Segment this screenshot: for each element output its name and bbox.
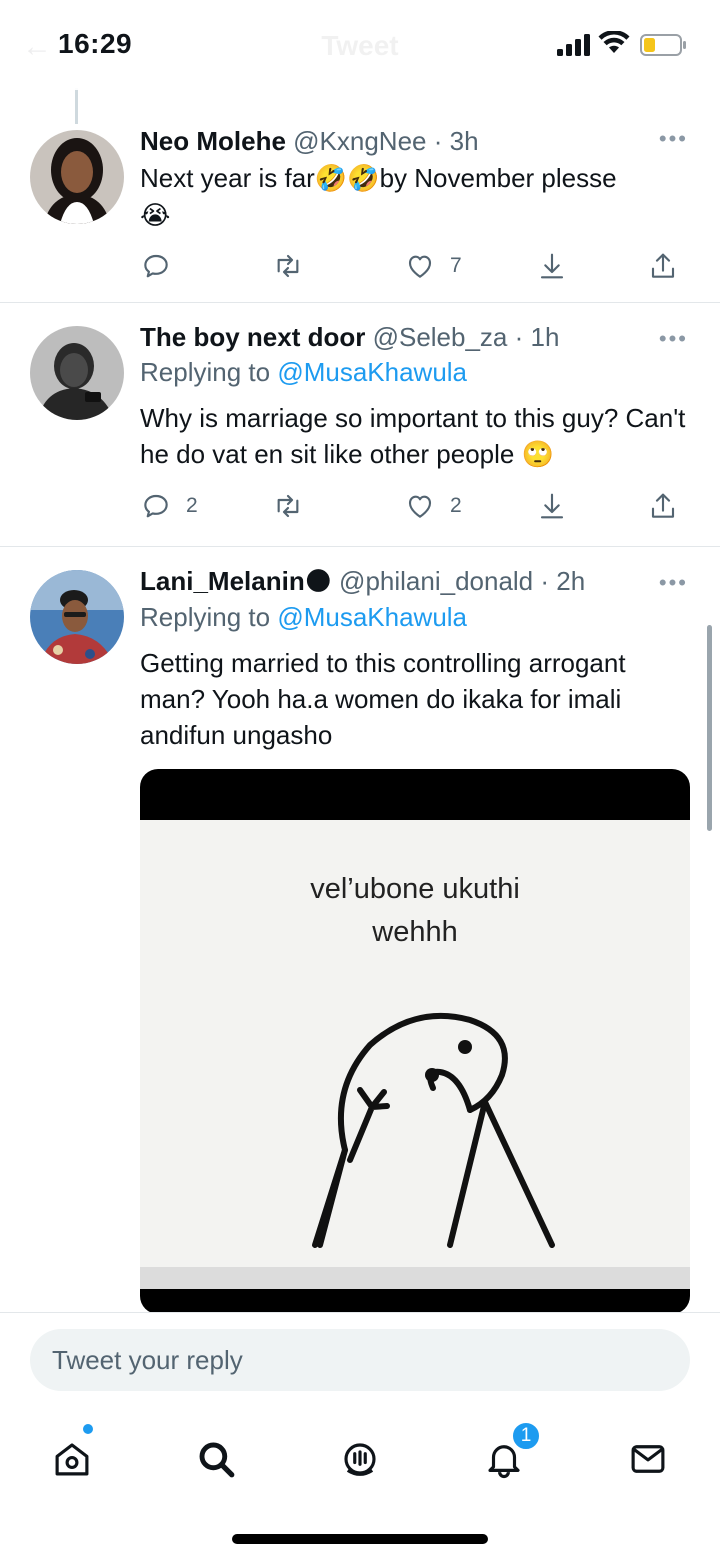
meme-bottom-strip <box>140 1267 690 1289</box>
heart-icon <box>408 495 432 518</box>
search-icon <box>199 1442 235 1478</box>
messages-icon <box>631 1445 665 1473</box>
scrollbar[interactable] <box>707 625 712 831</box>
home-icon <box>55 1443 89 1476</box>
share-button[interactable] <box>647 486 679 526</box>
status-time: 16:29 <box>58 28 133 59</box>
wifi-icon <box>598 31 630 53</box>
avatar[interactable] <box>30 326 124 420</box>
reply-button[interactable] <box>140 246 186 286</box>
emoji-new-moon-icon: 🌑 <box>304 567 332 597</box>
tweet-actions: 7 <box>140 246 690 286</box>
tweet-actions: 2 2 <box>140 486 690 526</box>
share-icon <box>651 493 675 518</box>
reply-count: 2 <box>186 494 198 517</box>
tab-messages[interactable] <box>618 1429 678 1489</box>
tweet-author-name[interactable]: Lani_Melanin <box>140 566 305 596</box>
avatar[interactable] <box>30 570 124 664</box>
retweet-icon <box>277 494 299 518</box>
battery-icon <box>640 34 686 56</box>
signal-icon <box>557 34 590 56</box>
download-icon <box>540 493 564 519</box>
download-button[interactable] <box>536 246 568 286</box>
retweet-button[interactable] <box>272 246 318 286</box>
replying-to: Replying to @MusaKhawula <box>140 354 690 390</box>
reply-input[interactable] <box>30 1329 690 1391</box>
retweet-icon <box>277 254 299 278</box>
tweet-time: · 2h <box>540 566 586 596</box>
stick-figure-drawing <box>312 1012 555 1248</box>
like-button[interactable]: 7 <box>404 246 462 286</box>
replying-to-label: Replying to <box>140 357 271 387</box>
tweet-time: · 1h <box>514 322 560 352</box>
tweet-author-handle[interactable]: @KxngNee <box>293 126 426 156</box>
tweet-media-image[interactable]: vel’ubone ukuthi wehhh <box>140 769 690 1314</box>
replying-to-label: Replying to <box>140 602 271 632</box>
heart-icon <box>408 255 432 278</box>
emoji-crying-icon: 😭 <box>140 201 171 231</box>
status-bar: ← Tweet 16:29 <box>0 0 720 90</box>
like-count: 2 <box>450 494 462 517</box>
spaces-icon <box>344 1443 376 1476</box>
home-new-dot <box>83 1424 93 1434</box>
tweet-time: · 3h <box>433 126 479 156</box>
tweet-text: Why is marriage so important to this guy… <box>140 400 690 473</box>
download-icon <box>540 253 564 279</box>
tab-bar: 1 <box>0 1407 720 1558</box>
tweet-author-handle[interactable]: @Seleb_za <box>373 322 508 352</box>
reply-bar <box>0 1312 720 1407</box>
tab-home[interactable] <box>42 1429 102 1489</box>
reply-icon <box>144 494 168 518</box>
replying-to: Replying to @MusaKhawula <box>140 599 690 635</box>
like-count: 7 <box>450 254 462 277</box>
tab-search[interactable] <box>186 1429 246 1489</box>
notification-badge: 1 <box>511 1421 541 1451</box>
tweet[interactable]: ••• The boy next door @Seleb_za · 1h Rep… <box>0 304 720 547</box>
emoji-laughing-icon: 🤣🤣 <box>314 164 380 194</box>
tweet-text-part: Why is marriage so important to this guy… <box>140 403 686 469</box>
tab-spaces[interactable] <box>330 1429 390 1489</box>
tweet-author-handle[interactable]: @philani_donald <box>339 566 533 596</box>
home-indicator[interactable] <box>232 1534 488 1544</box>
share-icon <box>651 253 675 278</box>
avatar[interactable] <box>30 130 124 224</box>
emoji-eye-roll-icon: 🙄 <box>521 440 554 470</box>
tweet-author-name[interactable]: The boy next door <box>140 322 365 352</box>
mention-link[interactable]: @MusaKhawula <box>277 357 467 387</box>
tweet-author-name[interactable]: Neo Molehe <box>140 126 286 156</box>
tweet-text-part: Next year is far <box>140 163 315 193</box>
tweet-text-part: by November plesse <box>379 163 617 193</box>
mention-link[interactable]: @MusaKhawula <box>277 602 467 632</box>
tweet-text: Next year is far🤣🤣by November plesse 😭 <box>140 160 690 234</box>
retweet-button[interactable] <box>272 486 318 526</box>
share-button[interactable] <box>647 246 679 286</box>
download-button[interactable] <box>536 486 568 526</box>
tweet-text: Getting married to this controlling arro… <box>140 648 626 750</box>
like-button[interactable]: 2 <box>404 486 462 526</box>
tweet[interactable]: ••• Neo Molehe @KxngNee · 3h Next year i… <box>0 90 720 303</box>
reply-icon <box>144 254 168 278</box>
reply-button[interactable]: 2 <box>140 486 198 526</box>
meme-image: vel’ubone ukuthi wehhh <box>140 820 690 1289</box>
